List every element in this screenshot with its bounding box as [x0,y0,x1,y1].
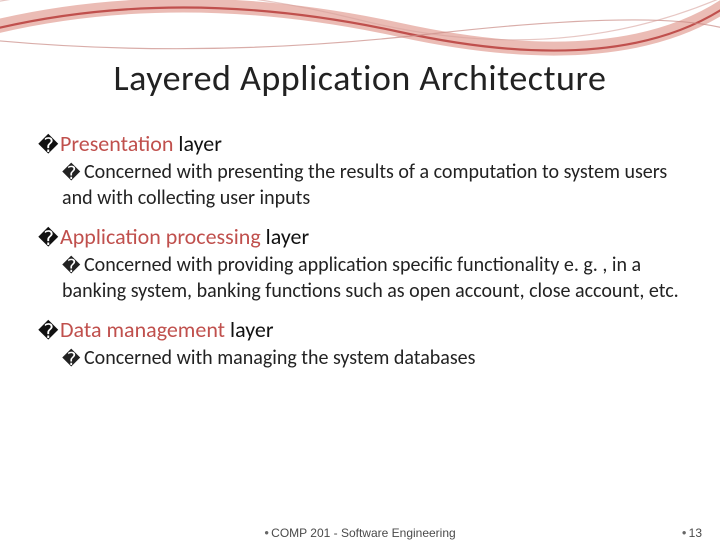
heading-accent: Application processing [60,223,261,250]
section-heading: �Application processing layer [38,223,688,251]
heading-accent: Presentation [60,130,173,157]
section-heading: �Presentation layer [38,130,688,158]
heading-rest: layer [225,316,273,343]
decorative-swoosh [0,0,720,60]
section-body: �Concerned with managing the system data… [62,346,688,372]
heading-rest: layer [261,223,309,250]
slide-title: Layered Application Architecture [0,56,720,100]
section-heading: �Data management layer [38,316,688,344]
footer-text: COMP 201 - Software Engineering [271,526,456,540]
body-text: Concerned with managing the system datab… [84,346,475,370]
section-body: �Concerned with providing application sp… [62,253,688,304]
dot-icon: ● [264,528,269,537]
heading-accent: Data management [60,316,225,343]
body-text: Concerned with presenting the results of… [62,160,667,210]
body-text: Concerned with providing application spe… [62,253,679,303]
bullet-icon: � [38,133,60,158]
heading-rest: layer [173,130,221,157]
bullet-icon: � [38,226,60,251]
bullet-icon: � [62,348,84,371]
bullet-icon: � [62,162,84,185]
bullet-icon: � [38,319,60,344]
dot-icon: ● [682,528,687,537]
bullet-icon: � [62,255,84,278]
footer-center: ●COMP 201 - Software Engineering [264,526,455,540]
slide-body: �Presentation layer �Concerned with pres… [38,130,688,384]
page-number: 13 [689,526,702,540]
footer-page: ●13 [682,526,702,540]
section-body: �Concerned with presenting the results o… [62,160,688,211]
